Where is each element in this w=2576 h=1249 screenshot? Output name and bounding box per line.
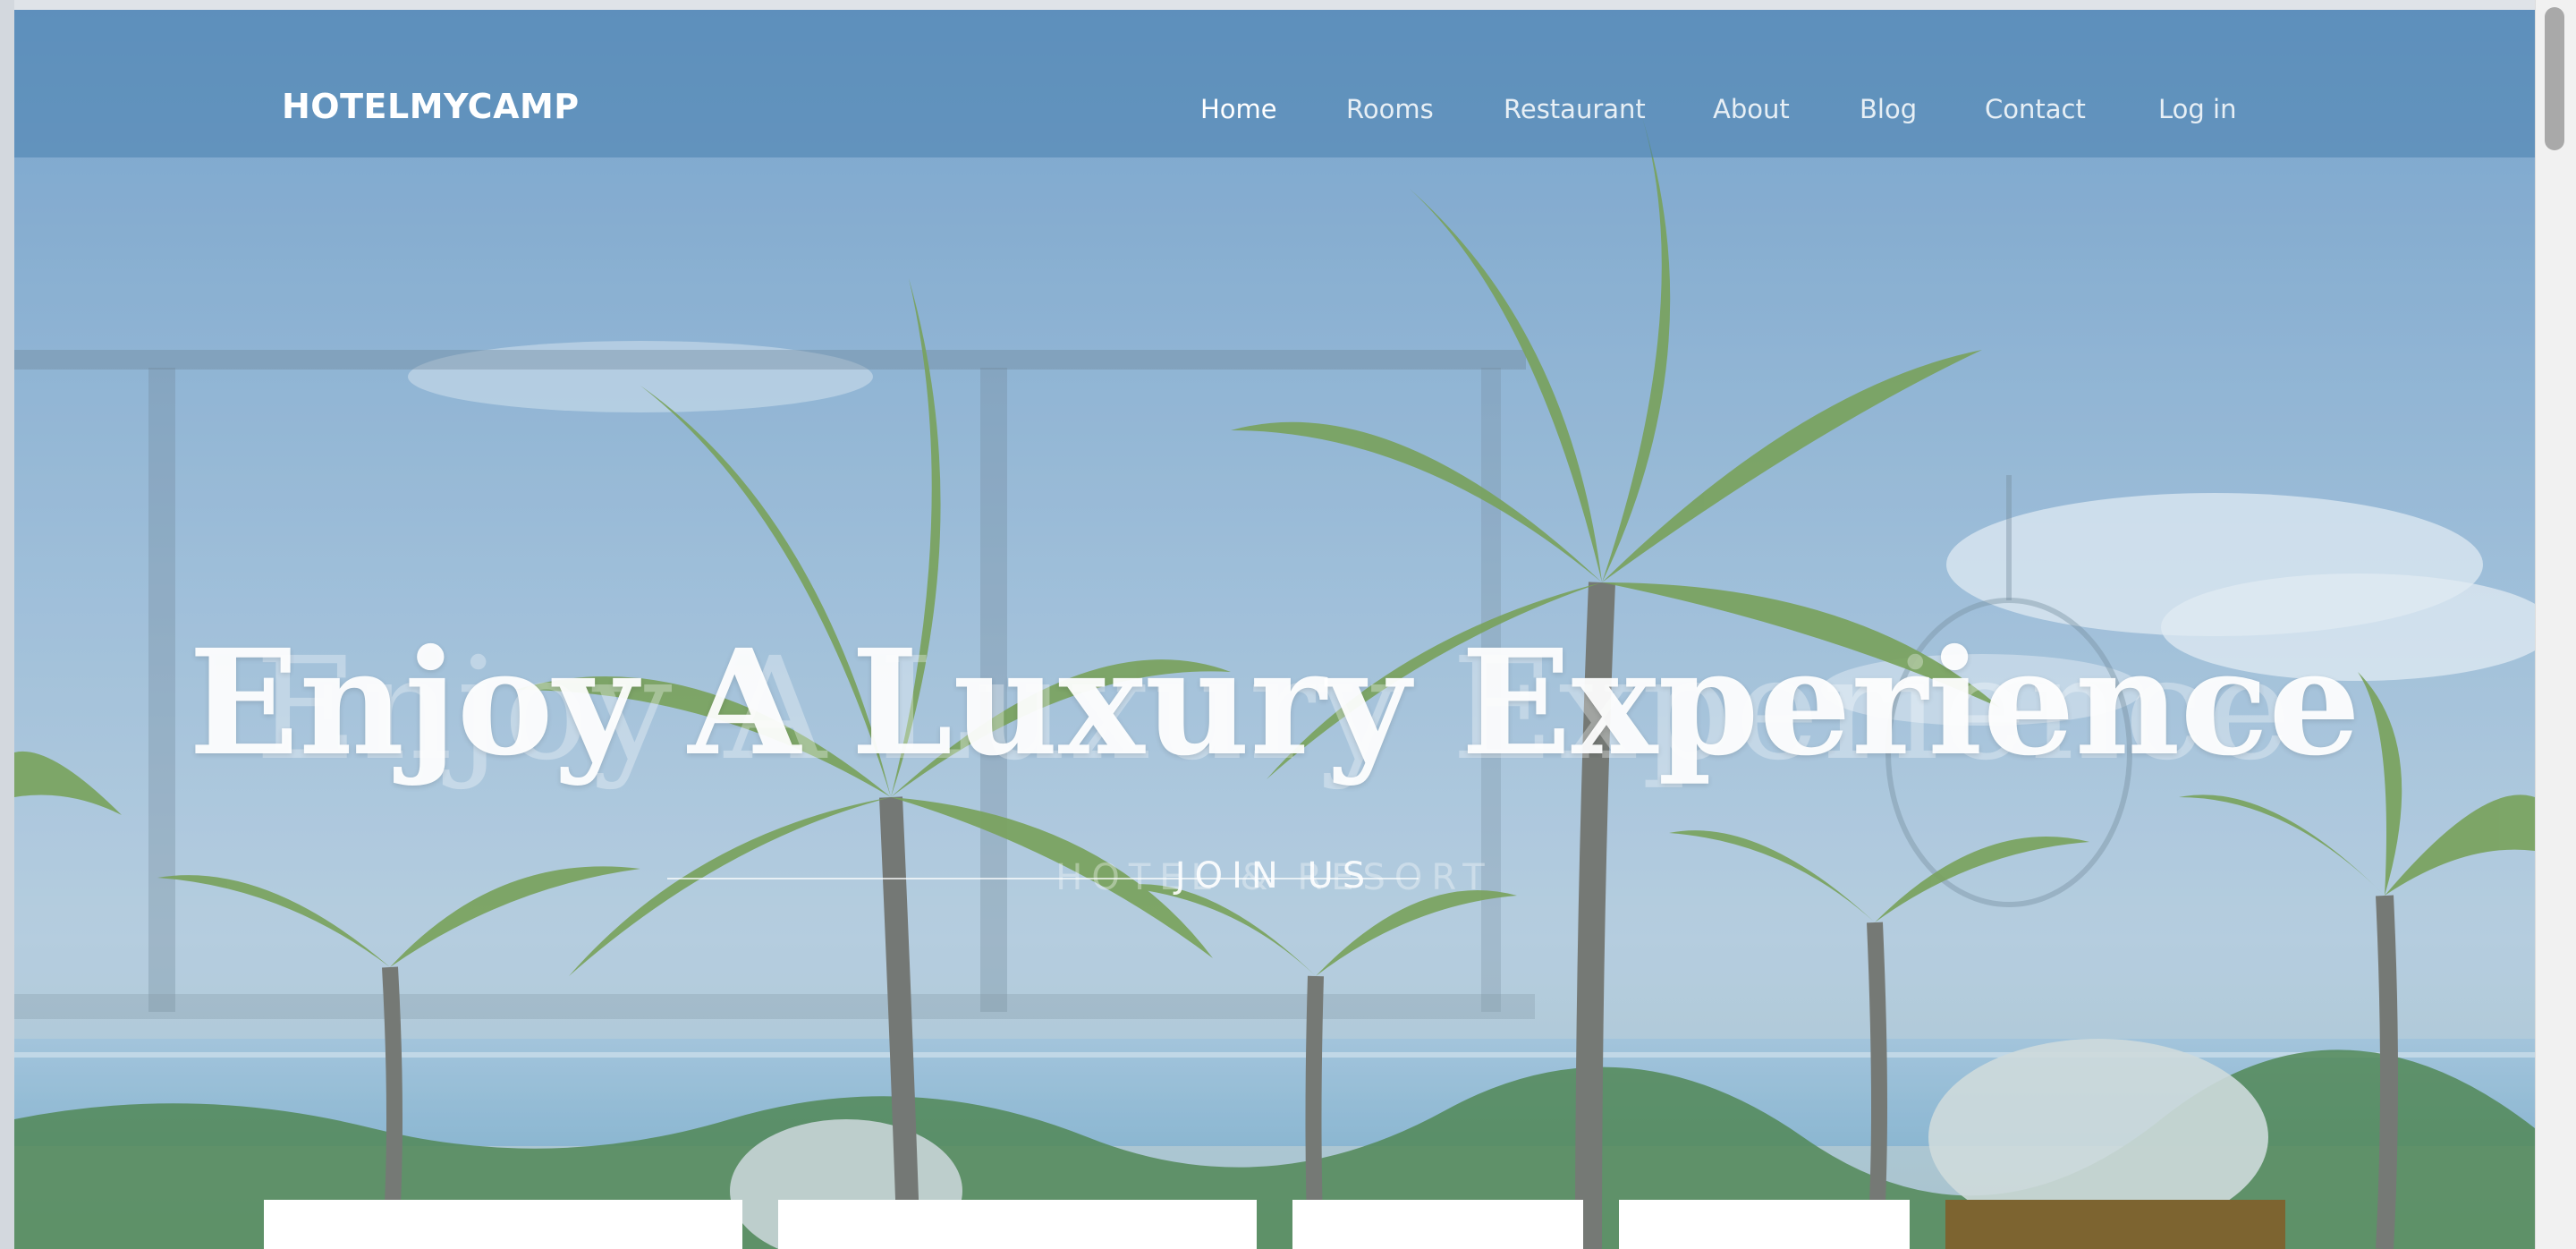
- nav-about[interactable]: About: [1713, 94, 1790, 124]
- booking-submit-button[interactable]: [1945, 1200, 2285, 1249]
- page-scrollbar[interactable]: [2535, 0, 2576, 1249]
- hero-section: HOTELMYCAMP Home Rooms Restaurant About …: [14, 10, 2535, 1249]
- site-header: HOTELMYCAMP Home Rooms Restaurant About …: [14, 10, 2535, 157]
- hero-subtitle: JOIN US: [1174, 855, 1375, 896]
- nav-home[interactable]: Home: [1200, 94, 1277, 124]
- nav-restaurant[interactable]: Restaurant: [1504, 94, 1646, 124]
- booking-field-check-in[interactable]: [264, 1200, 742, 1249]
- booking-field-check-out[interactable]: [778, 1200, 1257, 1249]
- hero-title: Enjoy A Luxury Experience: [188, 618, 2361, 788]
- scrollbar-thumb[interactable]: [2545, 7, 2564, 150]
- nav-rooms[interactable]: Rooms: [1346, 94, 1434, 124]
- booking-field-adults[interactable]: [1292, 1200, 1583, 1249]
- nav-blog[interactable]: Blog: [1860, 94, 1917, 124]
- booking-bar: [14, 1200, 2535, 1249]
- browser-top-strip: [0, 0, 2576, 10]
- nav-contact[interactable]: Contact: [1985, 94, 2086, 124]
- brand-logo[interactable]: HOTELMYCAMP: [282, 87, 580, 126]
- nav-login[interactable]: Log in: [2158, 94, 2236, 124]
- booking-field-children[interactable]: [1619, 1200, 1910, 1249]
- browser-left-strip: [0, 0, 14, 1249]
